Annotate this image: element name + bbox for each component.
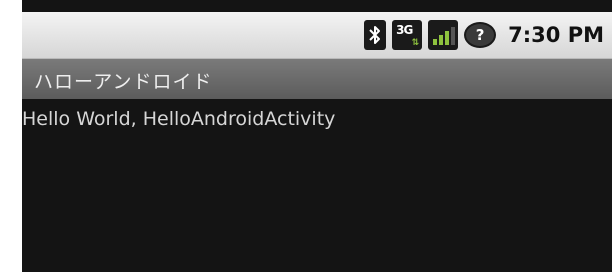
data-activity-icon: ⇅ bbox=[411, 38, 419, 48]
hello-world-text: Hello World, HelloAndroidActivity bbox=[22, 108, 336, 130]
status-clock: 7:30 PM bbox=[508, 23, 604, 47]
signal-strength-icon bbox=[428, 20, 459, 50]
bluetooth-icon bbox=[364, 20, 387, 50]
app-title: ハローアンドロイド bbox=[34, 71, 213, 93]
status-icons: 3G ⇅ ? 7:30 PM bbox=[364, 12, 604, 58]
unknown-notification-icon: ? bbox=[464, 22, 497, 48]
app-title-bar: ハローアンドロイド bbox=[22, 59, 612, 99]
network-type-label: 3G bbox=[396, 23, 413, 37]
status-bar[interactable]: 3G ⇅ ? 7:30 PM bbox=[22, 12, 612, 59]
help-glyph: ? bbox=[475, 26, 485, 44]
device-screen: 3G ⇅ ? 7:30 PM ハローアンドロイド Hello World, He… bbox=[22, 0, 612, 272]
3g-data-icon: 3G ⇅ bbox=[392, 20, 423, 50]
